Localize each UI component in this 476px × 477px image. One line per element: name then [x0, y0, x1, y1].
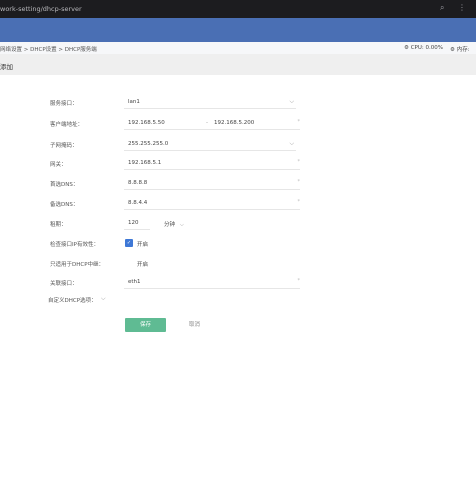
- more-icon[interactable]: ⋮: [458, 3, 466, 12]
- chevron-down-icon: ⌵: [179, 222, 184, 228]
- check-ip-checkbox[interactable]: ✓: [125, 239, 133, 247]
- lease-unit-value: 分钟: [164, 222, 176, 228]
- secondary-dns-value: 8.8.4.4: [128, 200, 148, 206]
- linked-interface-value: eth1: [128, 279, 141, 285]
- address-pool-separator: -: [206, 120, 208, 126]
- row-primary-dns: 首选DNS： 8.8.8.8 *: [0, 177, 476, 191]
- linked-interface-label: 关联接口：: [50, 281, 78, 287]
- secondary-dns-label: 备选DNS：: [50, 202, 79, 208]
- lease-input[interactable]: 120: [124, 217, 150, 230]
- subnet-mask-select[interactable]: 255.255.255.0 ⌵: [124, 138, 296, 151]
- subnet-mask-label: 子网掩码：: [50, 143, 78, 149]
- row-check-ip: 检查接口IP有效性： ✓ 开启: [0, 237, 476, 251]
- row-address-pool: 客户端地址： 192.168.5.50 - 192.168.5.200 *: [0, 117, 476, 131]
- required-marker: *: [297, 159, 301, 165]
- service-interface-label: 服务接口：: [50, 101, 78, 107]
- row-lease: 租期： 120 分钟 ⌵: [0, 217, 476, 231]
- row-relay-only: 只适用于DHCP中继： 开启: [0, 257, 476, 271]
- check-ip-text: 开启: [137, 242, 149, 248]
- memory-usage: ⚙ 内存:: [450, 45, 470, 53]
- search-icon[interactable]: ⌕: [440, 3, 444, 13]
- lease-label: 租期：: [50, 222, 67, 228]
- chevron-down-icon: ⌵: [289, 140, 294, 147]
- gateway-value: 192.168.5.1: [128, 160, 162, 166]
- row-service-interface: 服务接口： lan1 ⌵: [0, 96, 476, 110]
- gateway-label: 网关：: [50, 162, 67, 168]
- primary-dns-input[interactable]: 8.8.8.8 *: [124, 177, 300, 190]
- lease-unit-select[interactable]: 分钟 ⌵: [164, 220, 184, 229]
- linked-interface-input[interactable]: eth1 *: [124, 276, 300, 289]
- gateway-input[interactable]: 192.168.5.1 *: [124, 157, 300, 170]
- cancel-button[interactable]: 取消: [174, 318, 215, 332]
- row-linked-interface: 关联接口： eth1 *: [0, 276, 476, 290]
- window-titlebar: work-setting/dhcp-server ⌕ ⋮: [0, 0, 476, 18]
- required-marker: *: [297, 179, 301, 185]
- service-interface-select[interactable]: lan1 ⌵: [124, 96, 296, 109]
- lease-value: 120: [128, 220, 139, 226]
- custom-options-label: 自定义DHCP选项：: [48, 298, 97, 304]
- breadcrumb: 网络设置 > DHCP设置 > DHCP服务端: [0, 47, 97, 53]
- required-marker: *: [297, 199, 301, 205]
- memory-usage-label: 内存:: [456, 47, 470, 53]
- section-header: 添加: [0, 54, 476, 75]
- required-marker: *: [297, 278, 301, 284]
- row-secondary-dns: 备选DNS： 8.8.4.4 *: [0, 197, 476, 211]
- primary-dns-value: 8.8.8.8: [128, 180, 148, 186]
- chevron-down-icon[interactable]: ⌵: [101, 295, 106, 303]
- secondary-dns-input[interactable]: 8.8.4.4 *: [124, 197, 300, 210]
- address-pool-label: 客户端地址：: [50, 122, 84, 128]
- save-button[interactable]: 保存: [125, 318, 166, 332]
- address-pool-end[interactable]: 192.168.5.200: [214, 120, 254, 126]
- section-title: 添加: [0, 63, 13, 71]
- row-subnet-mask: 子网掩码： 255.255.255.0 ⌵: [0, 138, 476, 152]
- row-custom-options[interactable]: 自定义DHCP选项： ⌵: [0, 293, 476, 307]
- cpu-icon: ⚙: [404, 45, 409, 51]
- window-title: work-setting/dhcp-server: [0, 5, 82, 13]
- cpu-usage-label: CPU: 0.00%: [410, 45, 443, 51]
- address-pool-field[interactable]: 192.168.5.50 - 192.168.5.200 *: [124, 117, 300, 130]
- cpu-usage: ⚙ CPU: 0.00%: [404, 45, 443, 51]
- relay-only-checkbox[interactable]: 开启: [137, 260, 148, 268]
- memory-icon: ⚙: [450, 47, 455, 53]
- app-header: [0, 18, 476, 42]
- address-pool-start[interactable]: 192.168.5.50: [128, 120, 165, 126]
- primary-dns-label: 首选DNS：: [50, 182, 79, 188]
- relay-only-label: 只适用于DHCP中继：: [50, 262, 105, 268]
- chevron-down-icon: ⌵: [289, 98, 294, 105]
- row-gateway: 网关： 192.168.5.1 *: [0, 157, 476, 171]
- subnet-mask-value: 255.255.255.0: [128, 141, 169, 147]
- check-ip-label: 检查接口IP有效性：: [50, 242, 99, 248]
- service-interface-value: lan1: [128, 99, 140, 105]
- required-marker: *: [297, 119, 301, 125]
